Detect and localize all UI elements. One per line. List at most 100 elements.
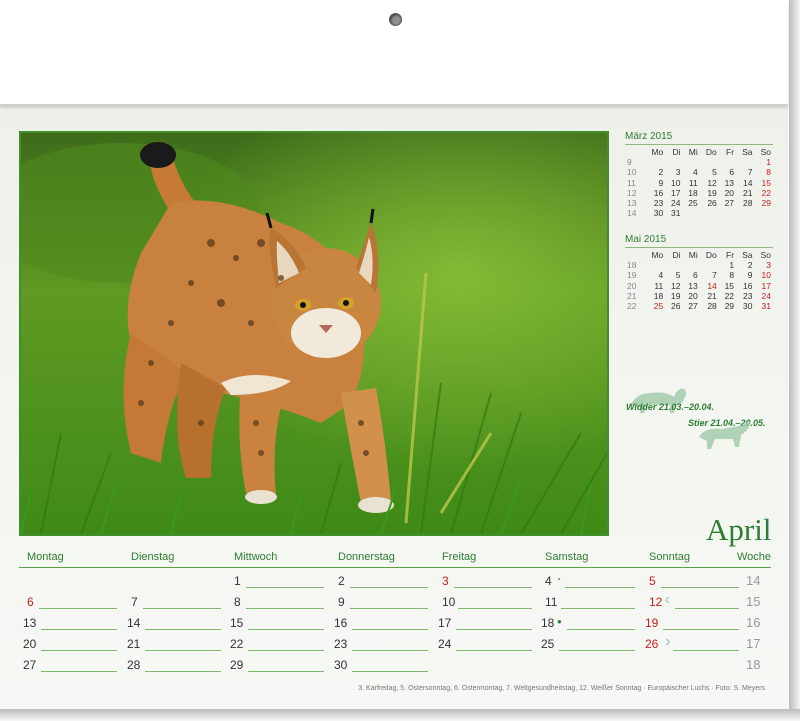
- day: 9: [658, 177, 664, 188]
- day-cell: 14: [127, 616, 221, 630]
- day: 20: [724, 187, 735, 198]
- day-cell: 7: [131, 595, 221, 609]
- day-cell: 12 ☾: [649, 595, 739, 609]
- weekday-label: Di: [672, 147, 681, 157]
- day: [665, 260, 682, 270]
- day-cell: 4 ◔: [545, 574, 635, 588]
- month-grid: Montag Dienstag Mittwoch Donnerstag Frei…: [19, 545, 771, 673]
- day-number: 29: [230, 658, 244, 672]
- day: 22: [761, 187, 771, 198]
- day: 11: [688, 177, 698, 188]
- week-number: 22: [627, 301, 637, 312]
- day-cell: 17: [438, 616, 532, 630]
- mini-calendar-title: Mai 2015: [625, 234, 773, 248]
- day: 21: [743, 187, 753, 198]
- day: 5: [712, 167, 717, 178]
- day-cell: 21: [127, 637, 221, 651]
- day: 5: [675, 270, 681, 281]
- week-number: 14: [746, 573, 761, 588]
- day-number: 12: [649, 595, 663, 609]
- day: 2: [747, 260, 753, 270]
- page-shadow-right: [789, 0, 800, 721]
- footnote: 3. Karfreitag, 5. Ostersonntag, 6. Oster…: [358, 685, 765, 692]
- weekday-header: Sonntag: [649, 551, 690, 563]
- day-number: 26: [645, 637, 659, 651]
- day: 31: [761, 301, 771, 312]
- day: 27: [724, 198, 735, 209]
- bull-zodiac-icon: [699, 421, 751, 449]
- day: 1: [729, 260, 735, 270]
- day: 27: [688, 301, 698, 312]
- week-number: 17: [746, 636, 761, 651]
- day: 22: [724, 290, 735, 301]
- lynx-photo: [19, 131, 609, 536]
- week-row: 1 2 3 4 ◔ 5 14: [19, 568, 771, 589]
- mini-calendar-may: Mai 2015 Mo Di Mi Do Fr Sa So 18 1 2 3 1…: [625, 234, 773, 311]
- day: 29: [761, 198, 771, 209]
- week-row: 27 28 29 30 18: [19, 652, 771, 673]
- day-number: 20: [23, 637, 37, 651]
- week-number: 13: [627, 198, 637, 209]
- day-cell: 26 ☽: [645, 637, 739, 651]
- day-number: 19: [645, 616, 659, 630]
- day: 3: [675, 167, 681, 178]
- day-number: 27: [23, 658, 37, 672]
- week-number: 12: [627, 187, 637, 198]
- day: [719, 208, 736, 218]
- day: 6: [693, 270, 698, 281]
- week-number: 10: [627, 167, 637, 178]
- day: 8: [766, 167, 771, 178]
- day: 31: [671, 208, 681, 219]
- weekday-label: Sa: [742, 147, 753, 157]
- day: 24: [761, 290, 771, 301]
- day: 23: [653, 198, 664, 209]
- day: 10: [671, 177, 681, 188]
- day-cell: 11: [545, 595, 635, 609]
- month-title: April: [706, 512, 772, 547]
- day: 3: [766, 260, 771, 270]
- week-number: 9: [627, 157, 632, 167]
- day: 28: [707, 301, 717, 312]
- weekday-label: Di: [672, 250, 681, 260]
- weekday-header: Woche: [737, 551, 772, 563]
- day-cell: 18 ●: [541, 616, 635, 630]
- day-number: 5: [649, 574, 656, 588]
- day-cell: 20: [23, 637, 117, 651]
- day: [736, 208, 754, 218]
- weekday-label: Mi: [688, 250, 698, 260]
- day: 9: [747, 270, 753, 281]
- day: [700, 260, 719, 270]
- day: 12: [671, 280, 681, 291]
- weekday-label: Sa: [742, 250, 753, 260]
- day-cell: 25: [541, 637, 635, 651]
- day-number: 13: [23, 616, 37, 630]
- day: 15: [724, 280, 735, 291]
- week-number: 16: [746, 615, 761, 630]
- day-number: 6: [27, 595, 34, 609]
- day-cell: 28: [127, 658, 221, 672]
- day: 10: [761, 270, 771, 281]
- weekday-label: Mo: [651, 250, 664, 260]
- day: 11: [654, 280, 664, 291]
- day-number: 30: [334, 658, 348, 672]
- day: [755, 208, 774, 218]
- day: [700, 157, 719, 167]
- weekday-label: Do: [705, 147, 717, 157]
- weekday-label: Mi: [688, 147, 698, 157]
- week-number: 21: [627, 290, 637, 301]
- day: 25: [688, 198, 698, 209]
- day: 7: [712, 270, 717, 281]
- day: 18: [688, 187, 698, 198]
- day-number: 28: [127, 658, 141, 672]
- day: 26: [707, 198, 717, 209]
- weekday-header: Samstag: [545, 551, 589, 563]
- day: [665, 157, 682, 167]
- moon-phase-icon: ☽: [663, 638, 671, 647]
- day-cell: 23: [334, 637, 428, 651]
- day: [683, 157, 700, 167]
- mini-calendar-title: März 2015: [625, 131, 773, 145]
- day: 24: [671, 198, 681, 209]
- day: 28: [743, 198, 753, 209]
- day: [700, 208, 719, 218]
- zodiac-aries-label: Widder 21.03.–20.04.: [626, 402, 714, 412]
